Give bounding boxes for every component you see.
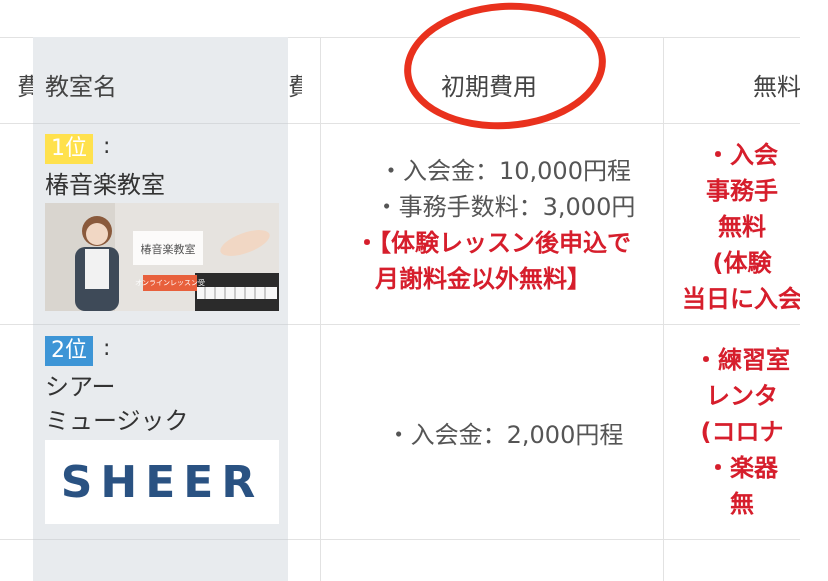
cost-line: ・入会金：10,000円程 bbox=[379, 157, 631, 185]
frozen-classroom-column: 教室名 1位 : 椿音楽教室 椿音楽教室 オンラインレッスン受 2位: シアー… bbox=[33, 37, 288, 581]
grid-line bbox=[320, 37, 321, 581]
rank-badge-1: 1位 bbox=[45, 134, 93, 164]
free-line: 無 bbox=[730, 490, 754, 518]
cost-line: ・入会金：2,000円程 bbox=[386, 421, 624, 449]
grid-line bbox=[33, 539, 288, 540]
school-name-link[interactable]: 椿音楽教室 bbox=[45, 168, 165, 202]
free-cell-row2: ・練習室 レンタ (コロナ ・楽器 無 bbox=[672, 342, 800, 522]
school-name-link[interactable]: ミュージック bbox=[45, 404, 189, 438]
grid-line bbox=[663, 37, 664, 581]
rank-colon: : bbox=[103, 336, 111, 361]
free-line: (体験 bbox=[712, 249, 772, 277]
free-line: 事務手 bbox=[706, 177, 778, 205]
classroom-name-header: 教室名 bbox=[45, 73, 117, 101]
previous-column-header-partial: 費 bbox=[17, 73, 33, 101]
sheer-logo-text: SHEER bbox=[60, 456, 264, 508]
photo-illustration bbox=[45, 203, 279, 311]
grid-line bbox=[33, 123, 288, 124]
free-line: ・楽器 bbox=[706, 454, 778, 482]
free-line: ・入会 bbox=[706, 141, 778, 169]
free-line: 当日に入会 bbox=[682, 285, 800, 313]
initial-cost-cell-row1: ・入会金：10,000円程 ・事務手数料：3,000円 ・【体験レッスン後申込で… bbox=[355, 153, 655, 297]
sheer-logo[interactable]: SHEER bbox=[45, 440, 279, 524]
grid-line bbox=[33, 324, 288, 325]
previous-column-header-partial: 費 bbox=[288, 73, 302, 101]
initial-cost-cell-row2: ・入会金：2,000円程 bbox=[355, 417, 655, 453]
comparison-table: 費 費 初期費用 無料 ・入会金：10,000円程 ・事務手数料：3,000円 … bbox=[0, 37, 800, 581]
rank-colon: : bbox=[103, 134, 111, 159]
free-column-header: 無料 bbox=[753, 73, 800, 101]
free-line: レンタ bbox=[706, 382, 778, 410]
cost-line: 月謝料金以外無料】 bbox=[375, 265, 591, 293]
free-line: 無料 bbox=[718, 213, 766, 241]
free-cell-row1: ・入会 事務手 無料 (体験 当日に入会 bbox=[672, 137, 800, 317]
free-line: ・練習室 bbox=[694, 346, 790, 374]
rank-badge-2: 2位 bbox=[45, 336, 93, 366]
cost-line: ・事務手数料：3,000円 bbox=[374, 193, 636, 221]
school-name-link[interactable]: シアー bbox=[45, 370, 116, 404]
online-lesson-banner: オンラインレッスン受付中!! bbox=[135, 279, 205, 287]
tsubaki-classroom-photo[interactable]: 椿音楽教室 オンラインレッスン受付中!! bbox=[45, 203, 279, 311]
free-line: (コロナ bbox=[700, 418, 784, 446]
cost-line: ・【体験レッスン後申込で bbox=[355, 229, 631, 257]
photo-logo-text: 椿音楽教室 bbox=[140, 243, 196, 256]
